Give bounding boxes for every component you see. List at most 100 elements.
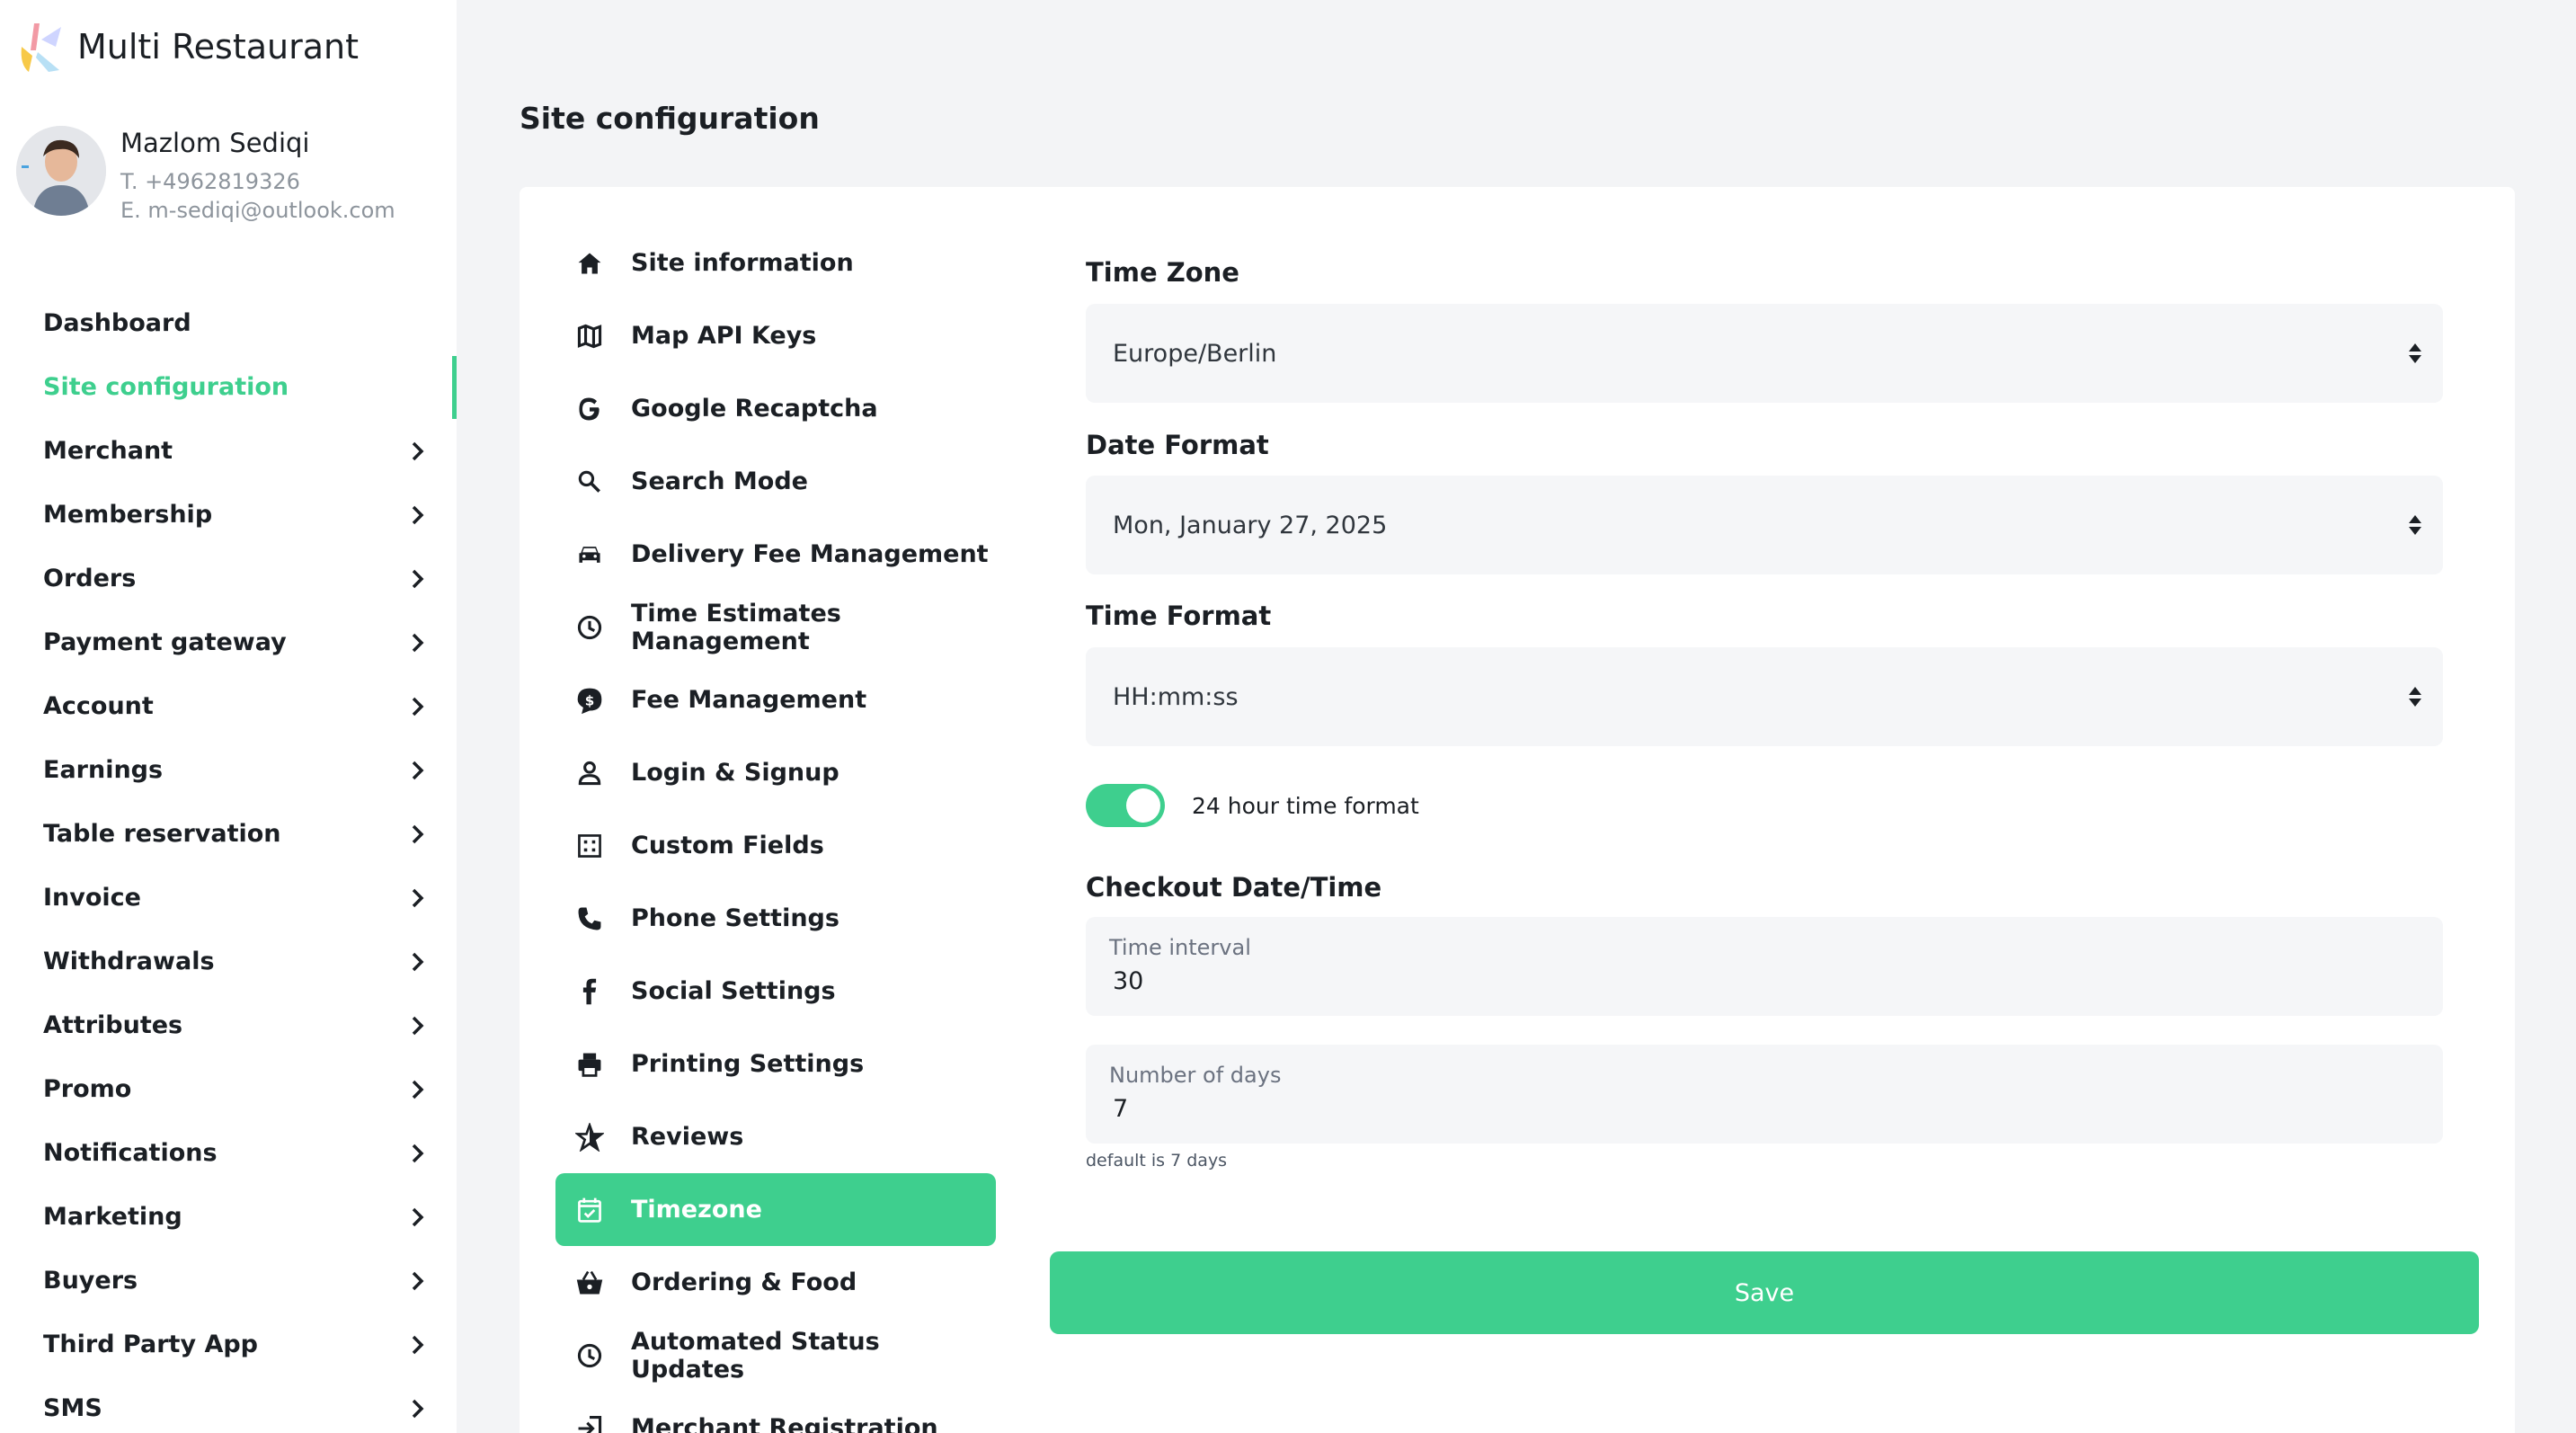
facebook-icon	[573, 975, 606, 1008]
submenu-item-login-signup[interactable]: Login & Signup	[555, 736, 996, 809]
brand[interactable]: Multi Restaurant	[16, 20, 359, 74]
submenu-item-search-mode[interactable]: Search Mode	[555, 445, 996, 518]
chevron-right-icon	[412, 1144, 424, 1162]
submenu-item-label: Ordering & Food	[631, 1268, 857, 1296]
sidebar-item-earnings[interactable]: Earnings	[0, 738, 457, 802]
sidebar-item-label: Membership	[43, 501, 213, 529]
avatar	[16, 126, 106, 216]
home-icon	[573, 247, 606, 280]
sidebar-item-attributes[interactable]: Attributes	[0, 993, 457, 1057]
submenu-item-label: Phone Settings	[631, 904, 839, 932]
sidebar-item-withdrawals[interactable]: Withdrawals	[0, 930, 457, 993]
submenu-item-custom-fields[interactable]: Custom Fields	[555, 809, 996, 882]
printer-icon	[573, 1048, 606, 1081]
brand-logo-icon	[21, 23, 61, 72]
active-indicator	[452, 355, 457, 419]
sidebar-item-notifications[interactable]: Notifications	[0, 1121, 457, 1185]
time-format-value: HH:mm:ss	[1113, 682, 1239, 711]
map-icon	[573, 320, 606, 352]
chevron-right-icon	[412, 505, 424, 524]
dollar-badge-icon: $	[573, 684, 606, 716]
sidebar-item-label: Notifications	[43, 1139, 218, 1167]
submenu-item-merchant-registration[interactable]: Merchant Registration	[555, 1392, 996, 1433]
submenu-item-reviews[interactable]: Reviews	[555, 1100, 996, 1173]
sidebar-item-buyers[interactable]: Buyers	[0, 1249, 457, 1313]
days-hint: default is 7 days	[1086, 1151, 1228, 1170]
user-phone: T. +4962819326	[120, 169, 300, 194]
car-icon	[573, 538, 606, 571]
time-format-select[interactable]: HH:mm:ss	[1086, 647, 2443, 746]
sidebar-item-payment-gateway[interactable]: Payment gateway	[0, 610, 457, 674]
date-format-label: Date Format	[1086, 430, 1269, 460]
submenu-item-label: Fee Management	[631, 686, 867, 714]
user-profile[interactable]: Mazlom Sediqi T. +4962819326 E. m-sediqi…	[16, 126, 395, 223]
sidebar-item-membership[interactable]: Membership	[0, 483, 457, 547]
sidebar-item-label: Table reservation	[43, 820, 281, 848]
submenu-item-label: Timezone	[631, 1196, 762, 1224]
submenu-item-fee-management[interactable]: $ Fee Management	[555, 663, 996, 736]
submenu-item-time-estimates-management[interactable]: Time Estimates Management	[555, 591, 996, 663]
submenu-item-label: Google Recaptcha	[631, 395, 878, 423]
sidebar-item-promo[interactable]: Promo	[0, 1057, 457, 1121]
submenu-item-social-settings[interactable]: Social Settings	[555, 955, 996, 1028]
chevron-right-icon	[412, 1080, 424, 1099]
time-interval-value: 30	[1113, 967, 1144, 995]
submenu-item-site-information[interactable]: Site information	[555, 227, 996, 299]
timezone-label: Time Zone	[1086, 257, 1239, 288]
chevron-right-icon	[412, 441, 424, 460]
sidebar-item-label: SMS	[43, 1394, 102, 1422]
sidebar-item-site-configuration[interactable]: Site configuration	[0, 355, 457, 419]
app-title: Multi Restaurant	[77, 27, 359, 67]
submenu-item-google-recaptcha[interactable]: Google Recaptcha	[555, 372, 996, 445]
calendar-check-icon	[573, 1194, 606, 1226]
submenu-item-delivery-fee-management[interactable]: Delivery Fee Management	[555, 518, 996, 591]
chevron-right-icon	[412, 1335, 424, 1354]
sidebar-item-account[interactable]: Account	[0, 674, 457, 738]
date-format-select[interactable]: Mon, January 27, 2025	[1086, 476, 2443, 574]
user-name: Mazlom Sediqi	[120, 128, 310, 158]
timezone-value: Europe/Berlin	[1113, 339, 1277, 368]
sidebar-item-orders[interactable]: Orders	[0, 547, 457, 610]
toggle-24h-switch[interactable]	[1086, 784, 1165, 827]
page-title: Site configuration	[520, 101, 820, 136]
chevron-right-icon	[412, 761, 424, 779]
timezone-select[interactable]: Europe/Berlin	[1086, 304, 2443, 403]
avatar-image	[16, 126, 106, 216]
submenu-item-label: Search Mode	[631, 467, 808, 495]
phone-icon	[573, 903, 606, 935]
sidebar-item-merchant[interactable]: Merchant	[0, 419, 457, 483]
number-of-days-value: 7	[1113, 1095, 1129, 1123]
checkout-heading: Checkout Date/Time	[1086, 872, 1382, 903]
sidebar-item-label: Orders	[43, 565, 137, 592]
sidebar-item-label: Dashboard	[43, 309, 191, 337]
sidebar-item-label: Marketing	[43, 1203, 182, 1231]
sidebar-item-table-reservation[interactable]: Table reservation	[0, 802, 457, 866]
sidebar-item-dashboard[interactable]: Dashboard	[0, 291, 457, 355]
submenu-item-label: Delivery Fee Management	[631, 540, 989, 568]
submenu-item-ordering-food[interactable]: Ordering & Food	[555, 1246, 996, 1319]
chevron-right-icon	[412, 1207, 424, 1226]
fields-icon	[573, 830, 606, 862]
chevron-right-icon	[412, 697, 424, 716]
submenu-item-printing-settings[interactable]: Printing Settings	[555, 1028, 996, 1100]
number-of-days-field[interactable]: Number of days 7	[1086, 1045, 2443, 1144]
user-icon	[573, 757, 606, 789]
sidebar-item-sms[interactable]: SMS	[0, 1376, 457, 1433]
submenu-item-label: Login & Signup	[631, 759, 839, 787]
save-button[interactable]: Save	[1050, 1251, 2479, 1334]
toggle-24h-row: 24 hour time format	[1086, 784, 1419, 827]
submenu-item-map-api-keys[interactable]: Map API Keys	[555, 299, 996, 372]
sidebar-item-label: Invoice	[43, 884, 141, 912]
submenu-item-automated-status-updates[interactable]: Automated Status Updates	[555, 1319, 996, 1392]
sidebar-item-third-party-app[interactable]: Third Party App	[0, 1313, 457, 1376]
settings-submenu: Site information Map API Keys Google Recap…	[555, 227, 996, 1433]
google-icon	[573, 393, 606, 425]
clock-icon	[573, 611, 606, 644]
time-interval-field[interactable]: Time interval 30	[1086, 917, 2443, 1016]
submenu-item-label: Reviews	[631, 1123, 744, 1151]
submenu-item-phone-settings[interactable]: Phone Settings	[555, 882, 996, 955]
sidebar-item-invoice[interactable]: Invoice	[0, 866, 457, 930]
sidebar-item-label: Withdrawals	[43, 948, 215, 975]
submenu-item-timezone[interactable]: Timezone	[555, 1173, 996, 1246]
sidebar-item-marketing[interactable]: Marketing	[0, 1185, 457, 1249]
